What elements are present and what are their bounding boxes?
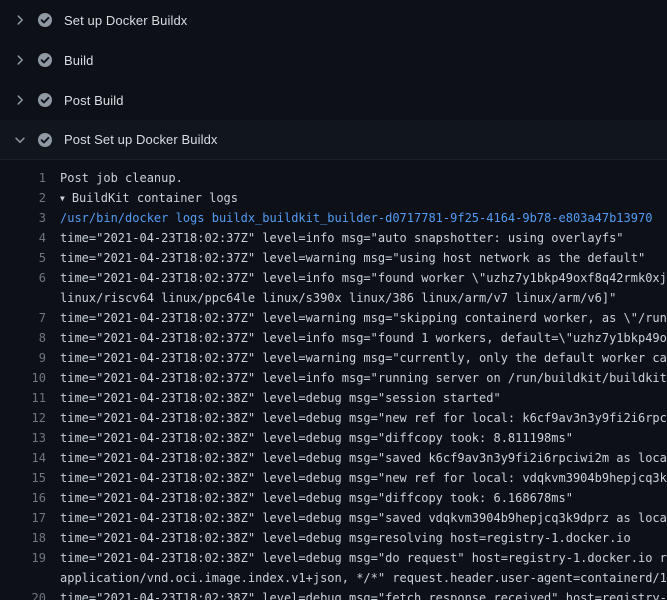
log-line-number[interactable]: 7 bbox=[0, 308, 46, 328]
group-expand-icon[interactable]: ▼ bbox=[60, 189, 65, 208]
step-sections: Set up Docker Buildx Build Post Buil bbox=[0, 0, 667, 160]
step-section-post-build[interactable]: Post Build bbox=[0, 80, 667, 120]
step-section-label: Build bbox=[64, 53, 93, 68]
log-line-number[interactable]: 5 bbox=[0, 248, 46, 268]
log-line: 10 time="2021-04-23T18:02:37Z" level=inf… bbox=[0, 368, 667, 388]
log-line-number[interactable]: 16 bbox=[0, 488, 46, 508]
log-line: 11 time="2021-04-23T18:02:38Z" level=deb… bbox=[0, 388, 667, 408]
log-line-text: ▼BuildKit container logs bbox=[60, 188, 667, 208]
log-line-number[interactable]: 19 bbox=[0, 548, 46, 568]
log-line: 5 time="2021-04-23T18:02:37Z" level=warn… bbox=[0, 248, 667, 268]
log-line: 8 time="2021-04-23T18:02:37Z" level=info… bbox=[0, 328, 667, 348]
log-line-text: time="2021-04-23T18:02:38Z" level=debug … bbox=[60, 528, 667, 548]
log-lines: 1 Post job cleanup. 2 ▼BuildKit containe… bbox=[0, 160, 667, 600]
log-line: 4 time="2021-04-23T18:02:37Z" level=info… bbox=[0, 228, 667, 248]
log-line-number[interactable]: 9 bbox=[0, 348, 46, 368]
log-line-number[interactable] bbox=[0, 568, 46, 588]
step-section-label: Post Set up Docker Buildx bbox=[64, 132, 218, 147]
log-line-continuation: application/vnd.oci.image.index.v1+json,… bbox=[0, 568, 667, 588]
log-line: 16 time="2021-04-23T18:02:38Z" level=deb… bbox=[0, 488, 667, 508]
check-circle-icon bbox=[37, 132, 53, 148]
log-line: 18 time="2021-04-23T18:02:38Z" level=deb… bbox=[0, 528, 667, 548]
log-line-text: time="2021-04-23T18:02:37Z" level=info m… bbox=[60, 328, 667, 348]
log-line-number[interactable]: 20 bbox=[0, 588, 46, 600]
workflow-log-viewer: Set up Docker Buildx Build Post Buil bbox=[0, 0, 667, 600]
log-line-text: time="2021-04-23T18:02:38Z" level=debug … bbox=[60, 428, 667, 448]
log-line: 17 time="2021-04-23T18:02:38Z" level=deb… bbox=[0, 508, 667, 528]
log-line-text: time="2021-04-23T18:02:38Z" level=debug … bbox=[60, 388, 667, 408]
log-line: 3 /usr/bin/docker logs buildx_buildkit_b… bbox=[0, 208, 667, 228]
log-line-text: time="2021-04-23T18:02:38Z" level=debug … bbox=[60, 408, 667, 428]
chevron-icon[interactable] bbox=[12, 12, 28, 28]
log-line-number[interactable] bbox=[0, 288, 46, 308]
chevron-icon[interactable] bbox=[12, 52, 28, 68]
step-section-label: Post Build bbox=[64, 93, 124, 108]
log-line-text: time="2021-04-23T18:02:38Z" level=debug … bbox=[60, 488, 667, 508]
log-line-text: time="2021-04-23T18:02:38Z" level=debug … bbox=[60, 468, 667, 488]
log-line: 14 time="2021-04-23T18:02:38Z" level=deb… bbox=[0, 448, 667, 468]
log-line-number[interactable]: 13 bbox=[0, 428, 46, 448]
log-line-text: time="2021-04-23T18:02:37Z" level=info m… bbox=[60, 228, 667, 248]
log-line-number[interactable]: 10 bbox=[0, 368, 46, 388]
log-line: 13 time="2021-04-23T18:02:38Z" level=deb… bbox=[0, 428, 667, 448]
log-line-text: time="2021-04-23T18:02:38Z" level=debug … bbox=[60, 508, 667, 528]
log-line-text: /usr/bin/docker logs buildx_buildkit_bui… bbox=[60, 208, 667, 228]
log-line-text: time="2021-04-23T18:02:38Z" level=debug … bbox=[60, 548, 667, 568]
log-line-text: time="2021-04-23T18:02:37Z" level=warnin… bbox=[60, 248, 667, 268]
log-line-text: time="2021-04-23T18:02:37Z" level=info m… bbox=[60, 368, 667, 388]
log-line: 20 time="2021-04-23T18:02:38Z" level=deb… bbox=[0, 588, 667, 600]
step-section-post-set-up-docker-buildx[interactable]: Post Set up Docker Buildx bbox=[0, 120, 667, 160]
log-line-number[interactable]: 1 bbox=[0, 168, 46, 188]
step-section-set-up-docker-buildx[interactable]: Set up Docker Buildx bbox=[0, 0, 667, 40]
log-line-number[interactable]: 14 bbox=[0, 448, 46, 468]
log-line-text: application/vnd.oci.image.index.v1+json,… bbox=[60, 568, 667, 588]
log-line-text: time="2021-04-23T18:02:37Z" level=info m… bbox=[60, 268, 667, 288]
log-line: 19 time="2021-04-23T18:02:38Z" level=deb… bbox=[0, 548, 667, 568]
log-line-number[interactable]: 11 bbox=[0, 388, 46, 408]
log-line-text: linux/riscv64 linux/ppc64le linux/s390x … bbox=[60, 288, 667, 308]
chevron-icon[interactable] bbox=[12, 92, 28, 108]
check-circle-icon bbox=[37, 52, 53, 68]
log-line-number[interactable]: 18 bbox=[0, 528, 46, 548]
log-line: 2 ▼BuildKit container logs bbox=[0, 188, 667, 208]
step-section-build[interactable]: Build bbox=[0, 40, 667, 80]
log-line-text: time="2021-04-23T18:02:38Z" level=debug … bbox=[60, 588, 667, 600]
log-line: 9 time="2021-04-23T18:02:37Z" level=warn… bbox=[0, 348, 667, 368]
log-line: 7 time="2021-04-23T18:02:37Z" level=warn… bbox=[0, 308, 667, 328]
log-line-number[interactable]: 12 bbox=[0, 408, 46, 428]
log-line-number[interactable]: 3 bbox=[0, 208, 46, 228]
log-line: 1 Post job cleanup. bbox=[0, 168, 667, 188]
log-line-text: time="2021-04-23T18:02:38Z" level=debug … bbox=[60, 448, 667, 468]
check-circle-icon bbox=[37, 12, 53, 28]
step-section-label: Set up Docker Buildx bbox=[64, 13, 187, 28]
log-line-number[interactable]: 17 bbox=[0, 508, 46, 528]
log-line-text: time="2021-04-23T18:02:37Z" level=warnin… bbox=[60, 348, 667, 368]
log-line: 15 time="2021-04-23T18:02:38Z" level=deb… bbox=[0, 468, 667, 488]
log-line: 12 time="2021-04-23T18:02:38Z" level=deb… bbox=[0, 408, 667, 428]
log-line-text: time="2021-04-23T18:02:37Z" level=warnin… bbox=[60, 308, 667, 328]
chevron-icon[interactable] bbox=[12, 132, 28, 148]
log-line-text: Post job cleanup. bbox=[60, 168, 667, 188]
log-line-continuation: linux/riscv64 linux/ppc64le linux/s390x … bbox=[0, 288, 667, 308]
log-line-number[interactable]: 6 bbox=[0, 268, 46, 288]
check-circle-icon bbox=[37, 92, 53, 108]
log-line-number[interactable]: 2 bbox=[0, 188, 46, 208]
log-line-number[interactable]: 15 bbox=[0, 468, 46, 488]
log-line: 6 time="2021-04-23T18:02:37Z" level=info… bbox=[0, 268, 667, 288]
log-line-number[interactable]: 8 bbox=[0, 328, 46, 348]
log-line-number[interactable]: 4 bbox=[0, 228, 46, 248]
